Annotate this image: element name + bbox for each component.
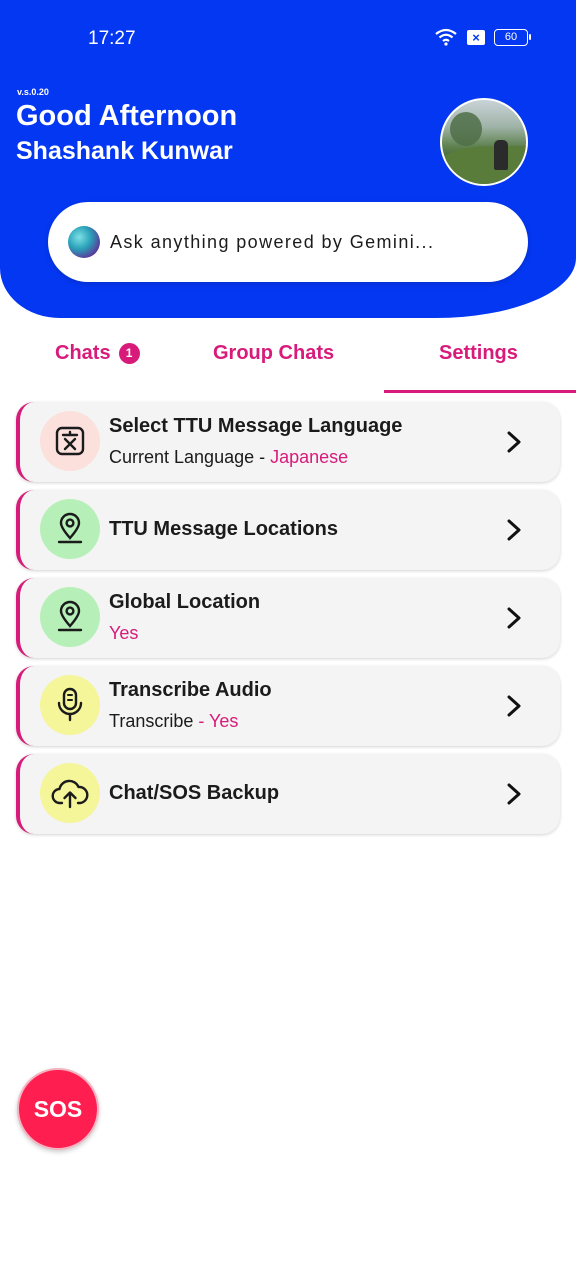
tab-group-chats[interactable]: Group Chats (213, 342, 334, 365)
setting-value: - Yes (198, 711, 239, 731)
setting-title: Transcribe Audio (109, 679, 272, 701)
avatar-photo-detail (494, 140, 508, 170)
chevron-right-icon (507, 607, 521, 629)
setting-subtitle: Current Language - Japanese (109, 447, 348, 468)
setting-message-locations[interactable]: TTU Message Locations (16, 490, 560, 570)
status-icons: × 60 (434, 28, 531, 46)
chevron-right-icon (507, 519, 521, 541)
user-name: Shashank Kunwar (16, 137, 233, 165)
setting-value: Japanese (270, 447, 349, 467)
setting-subtitle: Transcribe - Yes (109, 711, 238, 732)
setting-chat-sos-backup[interactable]: Chat/SOS Backup (16, 754, 560, 834)
avatar-photo-detail (442, 146, 526, 184)
chevron-right-icon (507, 783, 521, 805)
app-version: v.s.0.20 (17, 87, 49, 97)
wifi-icon (435, 28, 457, 46)
setting-title: Chat/SOS Backup (109, 782, 280, 804)
location-pin-icon (40, 499, 100, 559)
tab-chats-label: Chats (55, 342, 111, 364)
gemini-search-bar[interactable]: Ask anything powered by Gemini... (48, 202, 528, 282)
setting-title: Select TTU Message Language (109, 415, 403, 437)
sos-button[interactable]: SOS (17, 1068, 99, 1150)
battery-icon: 60 (494, 28, 531, 46)
translate-icon (40, 411, 100, 471)
setting-title: TTU Message Locations (109, 518, 338, 540)
microphone-icon (40, 675, 100, 735)
active-tab-indicator (384, 390, 576, 393)
setting-subtitle-label: Transcribe (109, 711, 199, 731)
avatar-photo-detail (450, 112, 482, 146)
greeting-title: Good Afternoon (16, 100, 238, 132)
chevron-right-icon (507, 695, 521, 717)
tab-chats[interactable]: Chats 1 (55, 342, 140, 365)
chevron-right-icon (507, 431, 521, 453)
setting-title: Global Location (109, 591, 261, 613)
setting-global-location[interactable]: Global Location Yes (16, 578, 560, 658)
setting-transcribe-audio[interactable]: Transcribe Audio Transcribe - Yes (16, 666, 560, 746)
cloud-upload-icon (40, 763, 100, 823)
tab-settings[interactable]: Settings (439, 342, 518, 365)
status-time: 17:27 (88, 28, 136, 49)
location-pin-icon (40, 587, 100, 647)
gemini-icon (68, 226, 100, 258)
unread-badge: 1 (118, 343, 140, 364)
search-placeholder: Ask anything powered by Gemini... (110, 231, 435, 252)
tab-bar: Chats 1 Group Chats Settings (0, 328, 576, 394)
setting-message-language[interactable]: Select TTU Message Language Current Lang… (16, 402, 560, 482)
header: 17:27 × 60 v.s.0.20 Good Afternoon Shash… (0, 0, 576, 318)
avatar[interactable] (440, 98, 528, 186)
setting-subtitle-label: Current Language - (109, 447, 271, 467)
no-sim-icon: × (467, 29, 485, 45)
setting-value: Yes (109, 623, 139, 643)
